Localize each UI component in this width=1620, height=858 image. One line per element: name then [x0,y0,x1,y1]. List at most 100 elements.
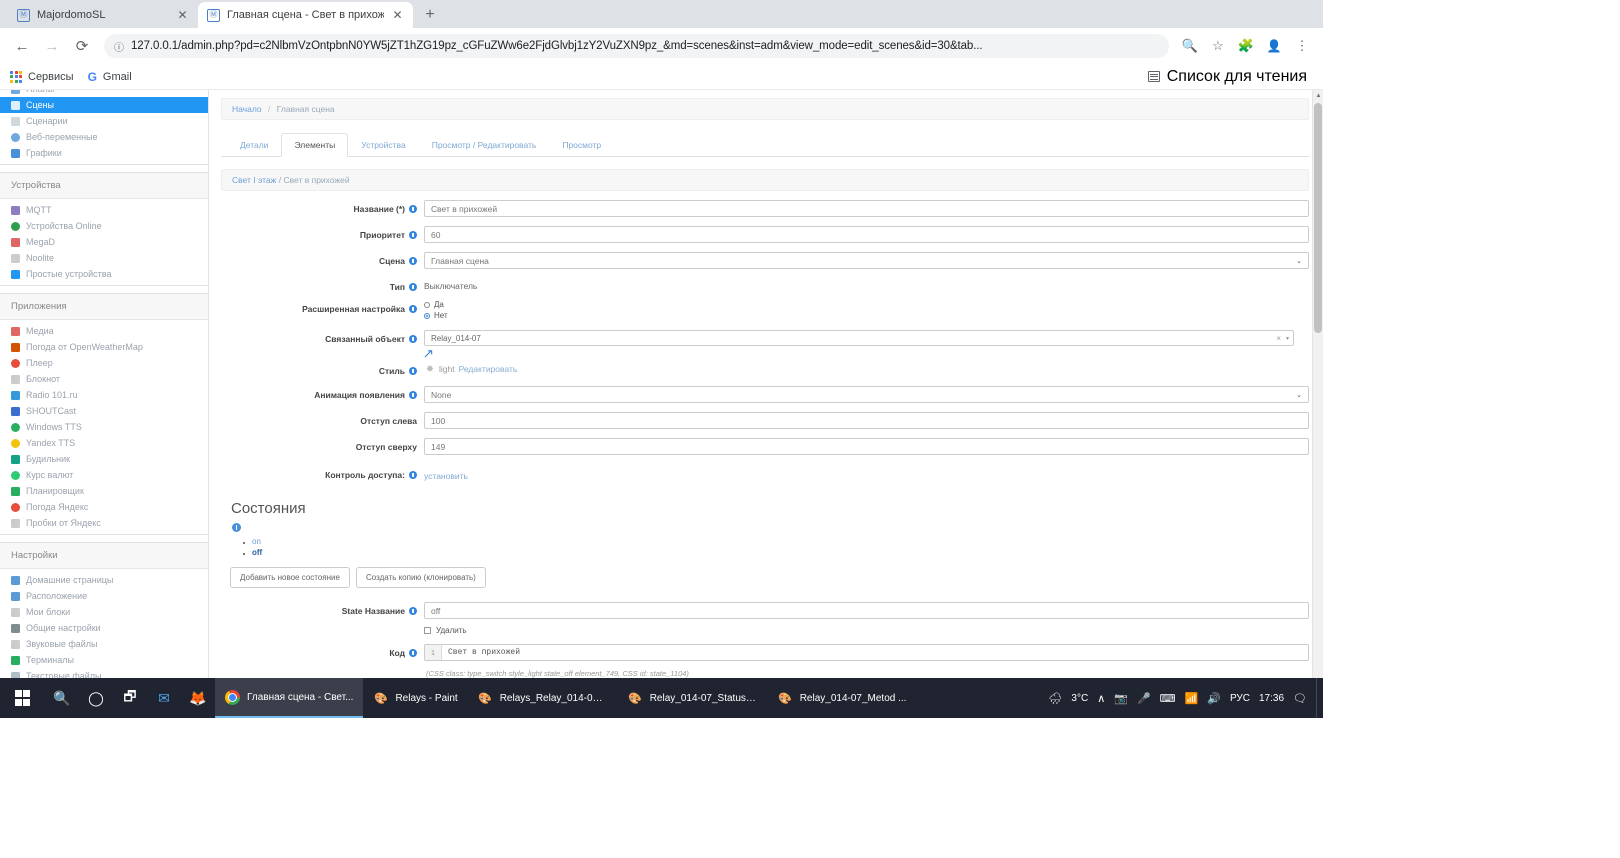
tab-elementy[interactable]: Элементы [281,133,349,157]
tray-language[interactable]: РУС [1230,693,1250,704]
sidebar-item-budilnik[interactable]: Будильник [0,451,208,467]
tab-prosmotr-redaktirovat[interactable]: Просмотр / Редактировать [419,133,550,157]
extensions-puzzle-icon[interactable]: 🧩 [1233,33,1259,59]
sidebar-item-shoutcast[interactable]: SHOUTCast [0,403,208,419]
mail-icon[interactable]: ✉ [147,678,181,718]
sidebar-item-terminaly[interactable]: Терминалы [0,652,208,668]
sidebar-item-mqtt[interactable]: MQTT [0,199,208,218]
keyboard-lang-icon[interactable]: ⌨ [1160,692,1176,705]
breadcrumb-home[interactable]: Начало [232,104,262,114]
sidebar-item-media[interactable]: Медиа [0,320,208,339]
sidebar-item-pogoda-yandex[interactable]: Погода Яндекс [0,499,208,515]
search-icon[interactable]: 🔍 [45,678,79,718]
radio-advanced-no[interactable]: Нет [424,311,1309,320]
windows-start-icon[interactable] [0,678,45,718]
state-list-item-on[interactable]: on [243,536,1309,547]
sidebar-item-probki-yandex[interactable]: Пробки от Яндекс [0,515,208,534]
sidebar-item-raspolozhenie[interactable]: Расположение [0,588,208,604]
taskbar-item-paint-relay-metod[interactable]: 🎨 Relay_014-07_Metod ... [768,678,917,718]
gear-icon[interactable] [424,363,435,374]
info-icon[interactable] [409,257,417,265]
style-edit-link[interactable]: Редактировать [459,364,518,374]
tab-prosmotr[interactable]: Просмотр [549,133,614,157]
page-scrollbar[interactable]: ▲ ▼ [1312,90,1323,718]
delete-checkbox-row[interactable]: Удалить [424,626,1309,635]
volume-icon[interactable]: 🔊 [1207,692,1221,705]
sidebar-item-grafiki[interactable]: Графики [0,145,208,164]
info-icon[interactable] [409,391,417,400]
task-view-icon[interactable]: 🗗 [113,678,147,718]
chrome-menu-icon[interactable]: ⋮ [1289,33,1315,59]
sidebar-item-pogoda-owm[interactable]: Погода от OpenWeatherMap [0,339,208,355]
bookmark-gmail[interactable]: G Gmail [88,71,132,83]
wifi-icon[interactable]: 📶 [1185,692,1199,705]
sidebar-item-sceny[interactable]: Сцены [0,97,208,113]
sidebar-item-ustroystva-online[interactable]: Устройства Online [0,218,208,234]
sidebar-item-scenarii[interactable]: Сценарии [0,113,208,129]
show-desktop-button[interactable] [1316,678,1323,718]
clone-state-button[interactable]: Создать копию (клонировать) [355,567,486,589]
profile-avatar-icon[interactable]: 👤 [1261,33,1287,59]
states-info-icon[interactable] [232,523,241,533]
info-icon[interactable] [409,607,417,616]
priority-input[interactable]: 60 [424,226,1309,243]
reload-icon[interactable]: ⟳ [68,32,96,60]
name-input[interactable]: Свет в прихожей [424,200,1309,217]
back-icon[interactable]: ← [8,32,36,60]
code-editor[interactable]: 1 Свет в прихожей [424,644,1309,662]
tab-detali[interactable]: Детали [227,133,281,157]
sidebar-item-kurs-valyut[interactable]: Курс валют [0,467,208,483]
microphone-icon[interactable]: 🎤 [1137,692,1151,705]
forward-icon[interactable]: → [38,32,66,60]
clear-icon[interactable]: × [1276,334,1281,343]
sidebar-item-plany[interactable]: Планы [0,90,208,97]
info-icon[interactable] [409,283,417,291]
tray-clock[interactable]: 17:36 [1259,693,1284,704]
scroll-up-icon[interactable]: ▲ [1313,90,1323,101]
offset-left-input[interactable]: 100 [424,412,1309,430]
add-new-state-button[interactable]: Добавить новое состояние [230,567,350,589]
bookmark-services[interactable]: Сервисы [10,70,74,83]
address-bar[interactable]: ⓘ 127.0.0.1/admin.php?pd=c2NlbmVzOntpbnN… [104,34,1169,58]
scene-select[interactable]: Главная сцена ⌄ [424,252,1309,269]
open-object-icon[interactable] [424,349,433,358]
taskbar-item-chrome[interactable]: Главная сцена - Свет... [215,678,364,718]
taskbar-item-paint-relays-relay[interactable]: 🎨 Relays_Relay_014-07 -... [468,678,618,718]
sidebar-item-moi-bloki[interactable]: Мои блоки [0,604,208,620]
browser-tab-1[interactable]: Ⓜ Главная сцена - Свет в прихоже ✕ [198,2,413,28]
info-icon[interactable] [409,335,417,344]
sidebar-item-radio-101[interactable]: Radio 101.ru [0,387,208,403]
sidebar-item-windows-tts[interactable]: Windows TTS [0,419,208,435]
sidebar-item-obshchie-nastroyki[interactable]: Общие настройки [0,620,208,636]
info-icon[interactable] [409,305,417,314]
offset-top-input[interactable]: 149 [424,438,1309,456]
close-icon[interactable]: ✕ [176,9,189,21]
sidebar-item-bloknot[interactable]: Блокнот [0,371,208,387]
firefox-icon[interactable]: 🦊 [181,678,215,718]
sidebar-item-noolite[interactable]: Noolite [0,250,208,266]
weather-icon[interactable]: 🌧 [1048,692,1062,705]
info-icon[interactable] [409,205,417,213]
info-icon[interactable] [409,231,417,239]
notifications-icon[interactable]: 🗨 [1293,692,1307,705]
animation-select[interactable]: None ⌄ [424,386,1309,404]
sidebar-item-veb-peremennye[interactable]: Веб-переменные [0,129,208,145]
sidebar-item-prostye-ustroystva[interactable]: Простые устройства [0,266,208,285]
info-icon[interactable] [409,649,417,658]
info-icon[interactable] [409,471,417,480]
bookmark-star-icon[interactable]: ☆ [1205,33,1231,59]
zoom-icon[interactable]: 🔍 [1177,33,1203,59]
info-icon[interactable] [409,367,417,376]
scrollbar-thumb[interactable] [1314,103,1322,333]
close-icon[interactable]: ✕ [391,9,404,21]
cortana-icon[interactable]: ◯ [79,678,113,718]
reading-list-button[interactable]: Список для чтения [1147,68,1313,86]
taskbar-item-paint-relays[interactable]: 🎨 Relays - Paint [363,678,467,718]
sidebar-item-pleer[interactable]: Плеер [0,355,208,371]
sidebar-item-domashnie-stranicy[interactable]: Домашние страницы [0,569,208,588]
sidebar-item-megad[interactable]: MegaD [0,234,208,250]
state-list-item-off[interactable]: off [243,547,1309,558]
access-control-link[interactable]: установить [424,468,468,481]
new-tab-button[interactable]: + [417,2,443,28]
browser-tab-0[interactable]: Ⓜ MajordomoSL ✕ [8,2,198,28]
